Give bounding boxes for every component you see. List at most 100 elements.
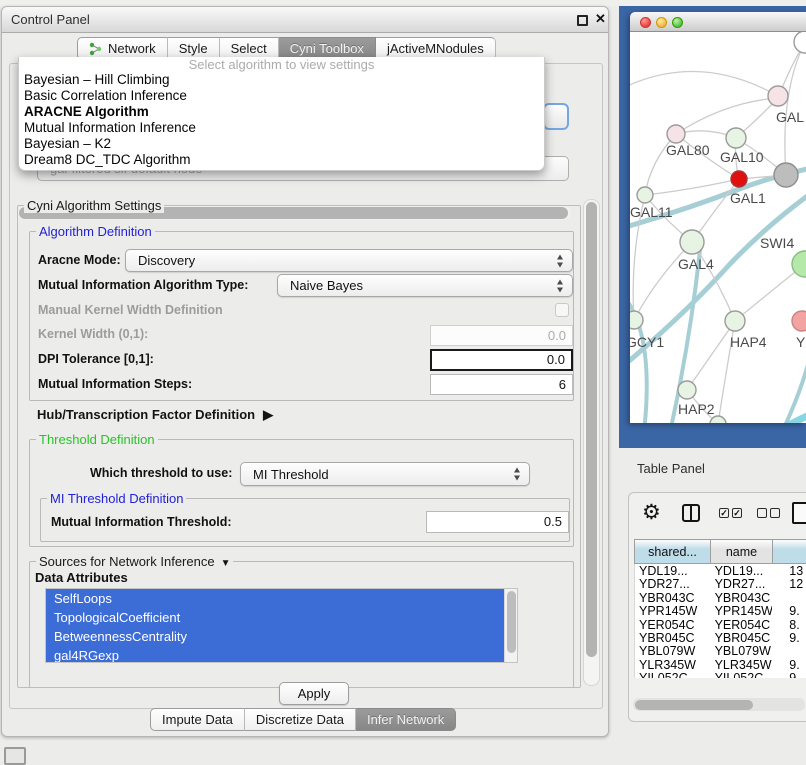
network-node[interactable] — [710, 416, 726, 423]
network-node-gal11[interactable] — [637, 187, 653, 203]
close-icon[interactable]: ✕ — [595, 11, 606, 27]
algorithm-option[interactable]: Basic Correlation Inference — [19, 88, 544, 104]
threshold-definition-group: Threshold Definition Which threshold to … — [29, 439, 574, 547]
mi-threshold-field[interactable]: 0.5 — [426, 511, 569, 533]
attribute-item[interactable]: gal4RGexp — [46, 646, 505, 663]
network-edge[interactable] — [630, 71, 778, 96]
algorithm-option[interactable]: Bayesian – Hill Climbing — [19, 72, 544, 88]
table-row[interactable]: YBL079WYBL079W — [635, 644, 806, 657]
which-threshold-combobox[interactable]: MI Threshold — [240, 462, 530, 486]
sources-group-title: Sources for Network Inference▼ — [36, 554, 233, 569]
mi-threshold-label: Mutual Information Threshold: — [51, 515, 232, 529]
column-header[interactable]: name — [710, 539, 772, 564]
float-window-icon[interactable] — [577, 15, 588, 26]
table-row[interactable]: YBR043CYBR043C — [635, 591, 806, 604]
gear-icon[interactable]: ⚙ — [642, 500, 661, 525]
network-canvas[interactable]: GALGAL80GAL10GAL1GAL11GAL4SWI4GCY1HAP4YH… — [630, 32, 806, 423]
aracne-mode-label: Aracne Mode: — [38, 253, 121, 267]
manual-kernel-width-checkbox[interactable] — [555, 303, 569, 317]
network-node[interactable] — [794, 32, 806, 53]
zoom-traffic-light[interactable] — [672, 17, 683, 28]
attribute-item[interactable]: BetweennessCentrality — [46, 627, 505, 646]
kernel-width-label: Kernel Width (0,1): — [38, 327, 148, 341]
sources-group: Sources for Network Inference▼ Data Attr… — [29, 561, 574, 688]
column-header[interactable] — [772, 539, 806, 564]
split-columns-icon[interactable] — [682, 504, 700, 522]
new-table-icon[interactable] — [792, 502, 806, 524]
tab-discretize-data[interactable]: Discretize Data — [245, 708, 356, 731]
cyni-algorithm-settings-group: Cyni Algorithm Settings Algorithm Defini… — [17, 205, 581, 688]
algorithm-option[interactable]: ARACNE Algorithm — [19, 104, 544, 120]
mi-type-label: Mutual Information Algorithm Type: — [38, 278, 248, 292]
algorithm-definition-group: Algorithm Definition Aracne Mode: Discov… — [29, 231, 574, 401]
table-panel-title: Table Panel — [637, 461, 705, 476]
node-label: Y — [796, 334, 806, 350]
table-row[interactable]: YPR145WYPR145W9. — [635, 604, 806, 617]
network-node-y[interactable] — [792, 311, 806, 331]
tab-infer-network[interactable]: Infer Network — [356, 708, 456, 731]
network-node-gal80[interactable] — [667, 125, 685, 143]
algorithm-dropdown-popup: Select algorithm to view settings Bayesi… — [18, 57, 545, 171]
network-edge[interactable] — [676, 98, 778, 134]
threshold-definition-title: Threshold Definition — [36, 432, 158, 447]
aracne-mode-combobox[interactable]: Discovery — [125, 249, 573, 272]
network-icon — [89, 42, 103, 56]
table-row[interactable]: YDR27...YDR27...12 — [635, 577, 806, 590]
table-row[interactable]: YER054CYER054C8. — [635, 618, 806, 631]
apply-button[interactable]: Apply — [279, 682, 349, 705]
list-scrollbar[interactable] — [504, 589, 517, 662]
network-node-hap4[interactable] — [725, 311, 745, 331]
network-node-gal1[interactable] — [731, 171, 747, 187]
node-label: GAL10 — [720, 149, 764, 165]
combobox-arrows-icon — [556, 254, 565, 267]
tab-impute-data[interactable]: Impute Data — [150, 708, 245, 731]
algorithm-option[interactable]: Bayesian – K2 — [19, 136, 544, 152]
collapse-down-icon: ▼ — [221, 558, 231, 569]
network-node-gcy1[interactable] — [630, 311, 643, 329]
network-edge[interactable] — [756, 404, 806, 423]
select-all-columns-icon[interactable]: ✓✓ — [719, 508, 742, 518]
control-panel-titlebar: Control Panel ✕ — [2, 7, 608, 33]
dropdown-prompt: Select algorithm to view settings — [19, 57, 544, 72]
algorithm-option[interactable]: Mutual Information Inference — [19, 120, 544, 136]
algorithm-option[interactable]: Dream8 DC_TDC Algorithm — [19, 152, 544, 168]
network-node-gal10[interactable] — [726, 128, 746, 148]
settings-group-title: Cyni Algorithm Settings — [24, 198, 164, 213]
algorithm-combobox-arrow[interactable] — [543, 103, 569, 130]
network-node-gal[interactable] — [768, 86, 788, 106]
collapsed-panel-icon[interactable] — [4, 747, 26, 765]
table-body: YDL19...YDL19...13YDR27...YDR27...12YBR0… — [634, 564, 806, 678]
data-attributes-list[interactable]: SelfLoopsTopologicalCoefficientBetweenne… — [45, 588, 518, 663]
attribute-item[interactable]: SelfLoops — [46, 589, 505, 608]
mi-algorithm-type-combobox[interactable]: Naive Bayes — [277, 274, 573, 297]
network-edge[interactable] — [687, 321, 735, 390]
hub-definition-expander[interactable]: Hub/Transcription Factor Definition▶ — [37, 407, 273, 423]
mi-threshold-group: MI Threshold Definition Mutual Informati… — [40, 498, 570, 542]
combobox-arrows-icon — [513, 468, 522, 481]
mi-steps-field[interactable]: 6 — [430, 374, 573, 395]
table-panel: ⚙ ✓✓ shared...name YDL19...YDL19...13YDR… — [628, 492, 806, 722]
deselect-all-columns-icon[interactable] — [757, 508, 780, 518]
network-edge[interactable] — [634, 242, 692, 320]
node-table: shared...name YDL19...YDL19...13YDR27...… — [634, 539, 806, 678]
table-row[interactable]: YDL19...YDL19...13 — [635, 564, 806, 577]
table-row[interactable]: YIL052CYIL052C9. — [635, 671, 806, 678]
column-header[interactable]: shared... — [634, 539, 710, 564]
dpi-tolerance-field[interactable]: 0.0 — [430, 349, 573, 371]
network-node-hap2[interactable] — [678, 381, 696, 399]
table-row[interactable]: YLR345WYLR345W9. — [635, 658, 806, 671]
network-node-gal4[interactable] — [680, 230, 704, 254]
table-horizontal-scrollbar[interactable] — [633, 698, 805, 711]
manual-kernel-width-label: Manual Kernel Width Definition — [38, 303, 223, 317]
data-attributes-label: Data Attributes — [35, 570, 128, 585]
kernel-width-field[interactable]: 0.0 — [430, 325, 573, 346]
node-label: GAL4 — [678, 256, 714, 272]
which-threshold-label: Which threshold to use: — [90, 466, 232, 480]
close-traffic-light[interactable] — [640, 17, 651, 28]
network-window-titlebar[interactable] — [630, 12, 806, 32]
table-row[interactable]: YBR045CYBR045C9. — [635, 631, 806, 644]
settings-vertical-scrollbar[interactable] — [583, 199, 600, 686]
minimize-traffic-light[interactable] — [656, 17, 667, 28]
network-node[interactable] — [774, 163, 798, 187]
attribute-item[interactable]: TopologicalCoefficient — [46, 608, 505, 627]
